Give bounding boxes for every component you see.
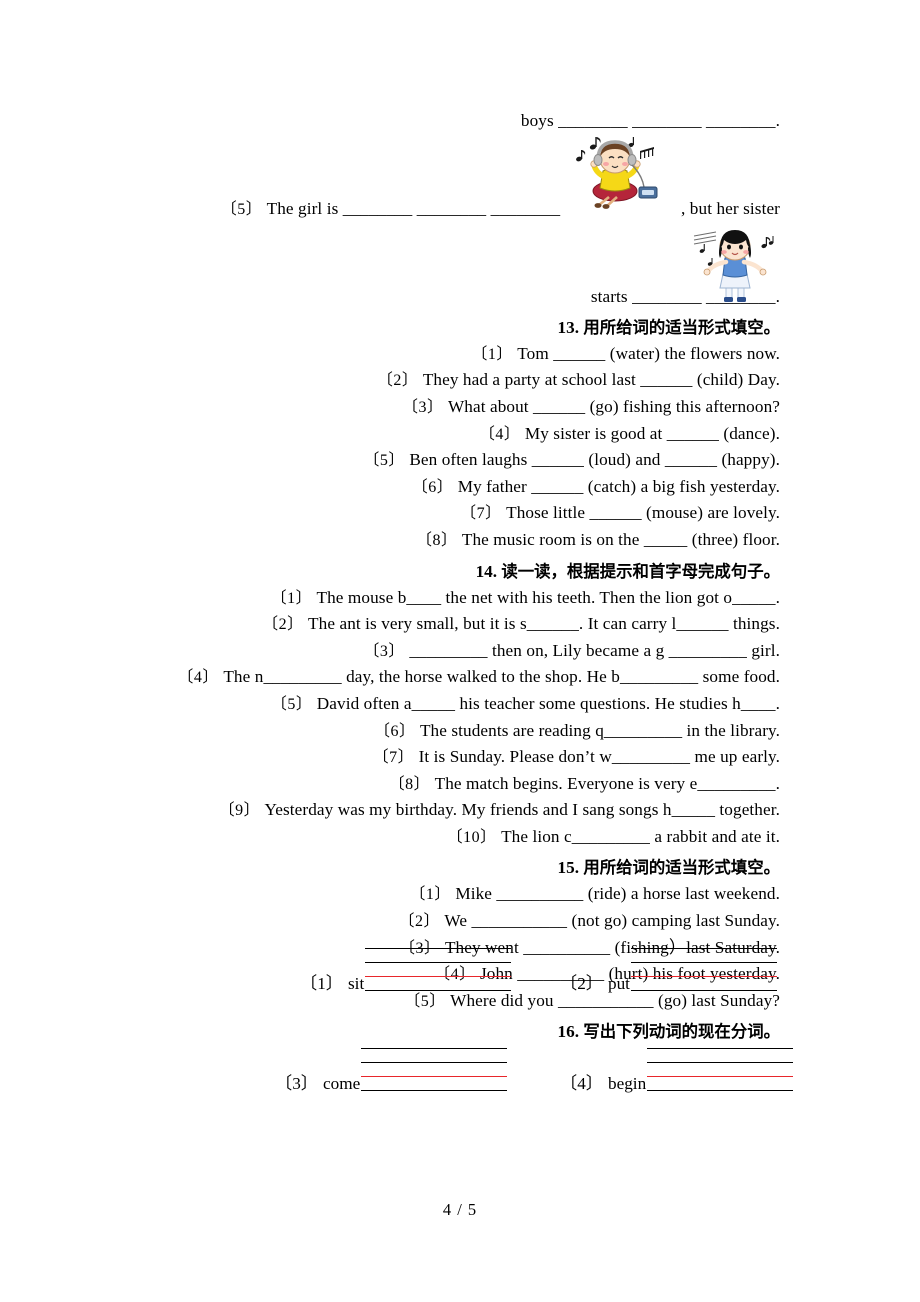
section-15-number: 15. [557, 858, 580, 878]
item-5-line: 〔5〕 The girl is ________ ________ ______… [140, 196, 780, 223]
item-label: 〔5〕 [220, 200, 263, 218]
item-label: 〔4〕 [478, 425, 521, 443]
section-13-item-1: 〔1〕 Tom ______ (water) the flowers now. [140, 341, 780, 368]
item-text: Ben often laughs ______ (loud) and _____… [409, 450, 780, 470]
section-13-item-5: 〔5〕 Ben often laughs ______ (loud) and _… [140, 447, 780, 474]
item-label: 〔9〕 [218, 802, 261, 820]
four-line-writing-guide[interactable] [647, 1048, 794, 1092]
item-text: My sister is good at ______ (dance). [524, 423, 780, 443]
item-label: 〔2〕 [398, 913, 441, 931]
item-text: Mike __________ (ride) a horse last week… [455, 884, 780, 904]
verb-entry-sit: 〔1〕 sit [300, 948, 512, 993]
section-14-number: 14. [475, 561, 498, 581]
item-text: The girl is ________ ________ ________ [266, 198, 561, 218]
item-text: They had a party at school last ______ (… [422, 370, 780, 390]
section-13-item-3: 〔3〕 What about ______ (go) fishing this … [140, 394, 780, 421]
item-text: It is Sunday. Please don’t w_________ me… [418, 747, 780, 767]
section-13-item-7: 〔7〕 Those little ______ (mouse) are love… [140, 500, 780, 527]
exercise-content: boys ________ ________ ________. 〔5〕 The… [140, 108, 780, 1045]
item-label: 〔2〕 [262, 616, 304, 634]
section-16-writing-guides: 〔1〕 sit 〔2〕 put 〔3〕 come 〔4〕 begin [140, 948, 794, 1118]
item-text: We ___________ (not go) camping last Sun… [444, 911, 780, 931]
page-number-footer: 4 / 5 [442, 1200, 478, 1219]
item-label: 〔1〕 [471, 345, 513, 363]
section-15-heading: 15. 用所给词的适当形式填空。 [140, 854, 780, 881]
section-14-item-3: 〔3〕 _________ then on, Lily became a g _… [140, 638, 780, 665]
verb-entry-begin: 〔4〕 begin [560, 1048, 794, 1093]
section-14-item-7: 〔7〕 It is Sunday. Please don’t w________… [140, 744, 780, 771]
section-14-item-4: 〔4〕 The n_________ day, the horse walked… [140, 664, 780, 691]
section-13-title: 用所给词的适当形式填空。 [583, 317, 780, 337]
item-label: 〔7〕 [460, 505, 502, 523]
item-text: The lion c_________ a rabbit and ate it. [501, 826, 780, 846]
section-14-item-1: 〔1〕 The mouse b____ the net with his tee… [140, 585, 780, 612]
section-14-item-2: 〔2〕 The ant is very small, but it is s__… [140, 611, 780, 638]
section-13-item-4: 〔4〕 My sister is good at ______ (dance). [140, 421, 780, 448]
four-line-writing-guide[interactable] [361, 1048, 508, 1092]
item-label: 〔2〕 [376, 372, 419, 390]
item-text: Tom ______ (water) the flowers now. [517, 343, 780, 363]
item-text: The students are reading q_________ in t… [419, 720, 780, 740]
verb-label: 〔1〕 [300, 974, 343, 993]
verb-word: come [322, 1074, 361, 1093]
item-text: My father ______ (catch) a big fish yest… [457, 476, 780, 496]
item-label: 〔5〕 [270, 695, 313, 713]
item-text: The ant is very small, but it is s______… [308, 614, 780, 634]
item-text-continued: , but her sister [681, 198, 780, 218]
section-15-item-2: 〔2〕 We ___________ (not go) camping last… [140, 908, 780, 935]
item-label: 〔4〕 [177, 669, 219, 687]
four-line-writing-guide[interactable] [365, 948, 512, 992]
item-label: 〔10〕 [446, 828, 497, 846]
item-text: David often a_____ his teacher some ques… [316, 693, 780, 713]
section-14-item-6: 〔6〕 The students are reading q_________ … [140, 718, 780, 745]
item-label: 〔8〕 [415, 531, 458, 549]
illustration-spacer-bottom [140, 222, 780, 284]
worksheet-page: boys ________ ________ ________. 〔5〕 The… [0, 0, 920, 1302]
verb-word: put [607, 974, 630, 993]
section-13-heading: 13. 用所给词的适当形式填空。 [140, 314, 780, 341]
verb-word: begin [607, 1074, 647, 1093]
item-label: 〔3〕 [402, 398, 444, 416]
item-label: 〔8〕 [388, 775, 431, 793]
verb-entry-put: 〔2〕 put [560, 948, 777, 992]
item-text: _________ then on, Lily became a g _____… [409, 640, 780, 660]
item-label: 〔1〕 [409, 886, 451, 904]
item-text: The music room is on the _____ (three) f… [461, 529, 780, 549]
section-14-item-10: 〔10〕 The lion c_________ a rabbit and at… [140, 824, 780, 851]
section-13-item-8: 〔8〕 The music room is on the _____ (thre… [140, 527, 780, 554]
item-text: The match begins. Everyone is very e____… [434, 773, 780, 793]
section-14-item-5: 〔5〕 David often a_____ his teacher some … [140, 691, 780, 718]
item-text: What about ______ (go) fishing this afte… [447, 396, 780, 416]
four-line-writing-guide[interactable] [630, 948, 777, 992]
verb-entry-come: 〔3〕 come [275, 1048, 508, 1093]
item-text: The mouse b____ the net with his teeth. … [316, 587, 780, 607]
section-15-title: 用所给词的适当形式填空。 [583, 858, 780, 878]
verb-label: 〔3〕 [275, 1074, 318, 1093]
section-14-heading: 14. 读一读，根据提示和首字母完成句子。 [140, 558, 780, 585]
section-14-item-8: 〔8〕 The match begins. Everyone is very e… [140, 771, 780, 798]
item-label: 〔5〕 [363, 452, 405, 470]
section-13-item-6: 〔6〕 My father ______ (catch) a big fish … [140, 474, 780, 501]
starts-line: starts ________ ________. [590, 287, 780, 307]
item-text: Those little ______ (mouse) are lovely. [506, 503, 780, 523]
illustration-spacer-top [140, 134, 780, 196]
item-label: 〔1〕 [270, 589, 313, 607]
verb-label: 〔2〕 [560, 974, 603, 993]
boys-line: boys ________ ________ ________. [520, 111, 780, 130]
item-label: 〔7〕 [372, 749, 415, 767]
item-label: 〔6〕 [411, 478, 454, 496]
section-14-item-9: 〔9〕 Yesterday was my birthday. My friend… [140, 797, 780, 824]
verb-label: 〔4〕 [560, 1074, 603, 1093]
item-text: Yesterday was my birthday. My friends an… [264, 800, 780, 820]
item-label: 〔3〕 [363, 642, 405, 660]
section-13-item-2: 〔2〕 They had a party at school last ____… [140, 367, 780, 394]
section-15-item-1: 〔1〕 Mike __________ (ride) a horse last … [140, 881, 780, 908]
item-text: The n_________ day, the horse walked to … [223, 667, 780, 687]
item-label: 〔6〕 [374, 722, 416, 740]
verb-word: sit [347, 974, 365, 993]
section-14-title: 读一读，根据提示和首字母完成句子。 [501, 561, 780, 581]
section-13-number: 13. [557, 317, 580, 337]
